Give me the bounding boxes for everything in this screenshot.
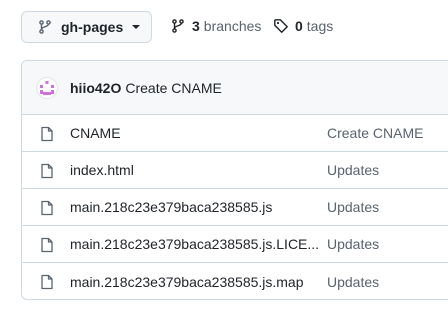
branch-selector-button[interactable]: gh-pages — [21, 11, 152, 43]
file-commit-message[interactable]: Create CNAME — [327, 125, 423, 141]
file-row[interactable]: main.218c23e379baca238585.js.LICE... Upd… — [22, 226, 448, 263]
chevron-down-icon — [132, 25, 141, 29]
file-commit-message[interactable]: Updates — [327, 236, 379, 252]
file-name[interactable]: CNAME — [70, 125, 121, 141]
file-row[interactable]: index.html Updates — [22, 152, 448, 189]
file-name[interactable]: main.218c23e379baca238585.js.map — [70, 274, 304, 290]
file-row[interactable]: CNAME Create CNAME — [22, 115, 448, 152]
file-icon — [41, 200, 53, 216]
branches-count: 3 — [192, 18, 200, 34]
file-icon — [41, 237, 53, 253]
avatar[interactable] — [36, 76, 58, 99]
file-icon — [41, 274, 53, 290]
file-commit-message[interactable]: Updates — [327, 274, 379, 290]
latest-commit-bar: hiio42O Create CNAME — [22, 61, 448, 115]
identicon-icon — [40, 80, 54, 95]
branches-label: branches — [203, 18, 262, 34]
file-name[interactable]: main.218c23e379baca238585.js — [70, 199, 272, 215]
file-icon — [41, 126, 53, 142]
branches-link[interactable]: 3 branches — [170, 18, 261, 34]
file-list: hiio42O Create CNAME CNAME Create CNAME … — [21, 60, 448, 300]
commit-message[interactable]: Create CNAME — [125, 80, 221, 96]
file-commit-message[interactable]: Updates — [327, 162, 379, 178]
branch-name: gh-pages — [61, 19, 124, 35]
file-commit-message[interactable]: Updates — [327, 199, 379, 215]
git-branch-icon — [39, 20, 51, 34]
file-name[interactable]: index.html — [70, 162, 134, 178]
file-name[interactable]: main.218c23e379baca238585.js.LICE... — [70, 236, 319, 252]
file-icon — [41, 163, 53, 179]
file-row[interactable]: main.218c23e379baca238585.js Updates — [22, 189, 448, 226]
tags-link[interactable]: 0 tags — [273, 18, 333, 34]
tags-label: tags — [306, 18, 334, 34]
commit-author[interactable]: hiio42O — [70, 80, 121, 96]
tag-icon — [274, 19, 288, 33]
git-branch-icon — [172, 19, 184, 33]
tags-count: 0 — [295, 18, 303, 34]
file-row[interactable]: main.218c23e379baca238585.js.map Updates — [22, 263, 448, 299]
